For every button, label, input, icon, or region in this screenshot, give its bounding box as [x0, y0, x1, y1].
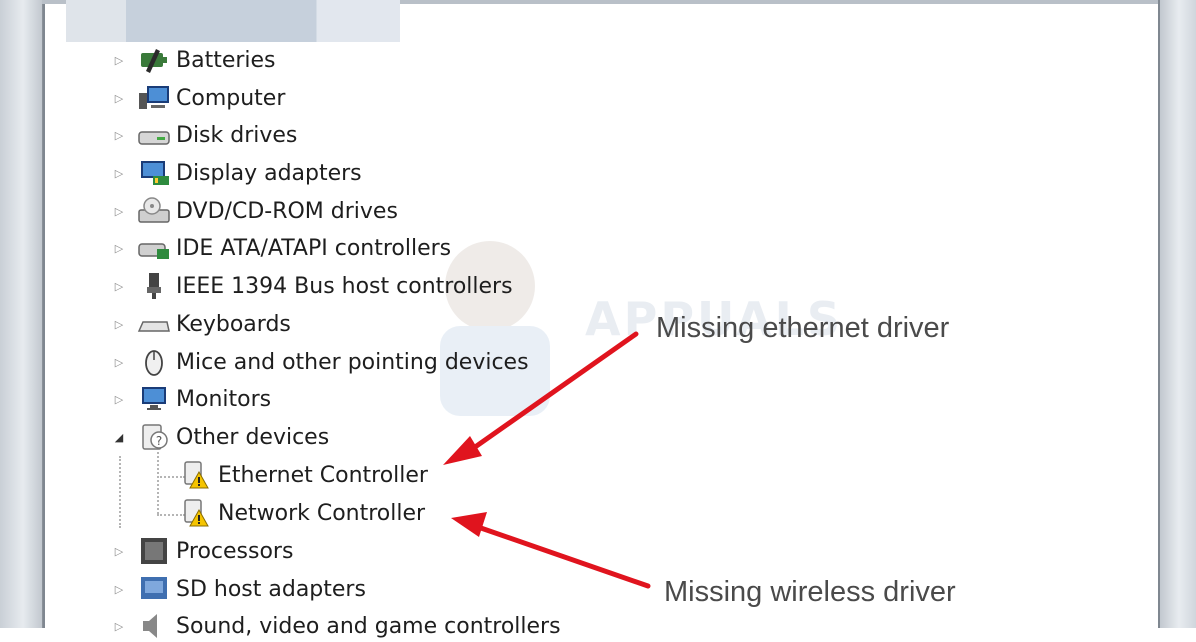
wireless-arrow [451, 512, 651, 589]
annotation-ethernet: Missing ethernet driver [656, 312, 950, 344]
annotation-wireless: Missing wireless driver [664, 576, 956, 608]
ethernet-arrow [443, 331, 639, 465]
annotation-arrows [443, 331, 651, 589]
